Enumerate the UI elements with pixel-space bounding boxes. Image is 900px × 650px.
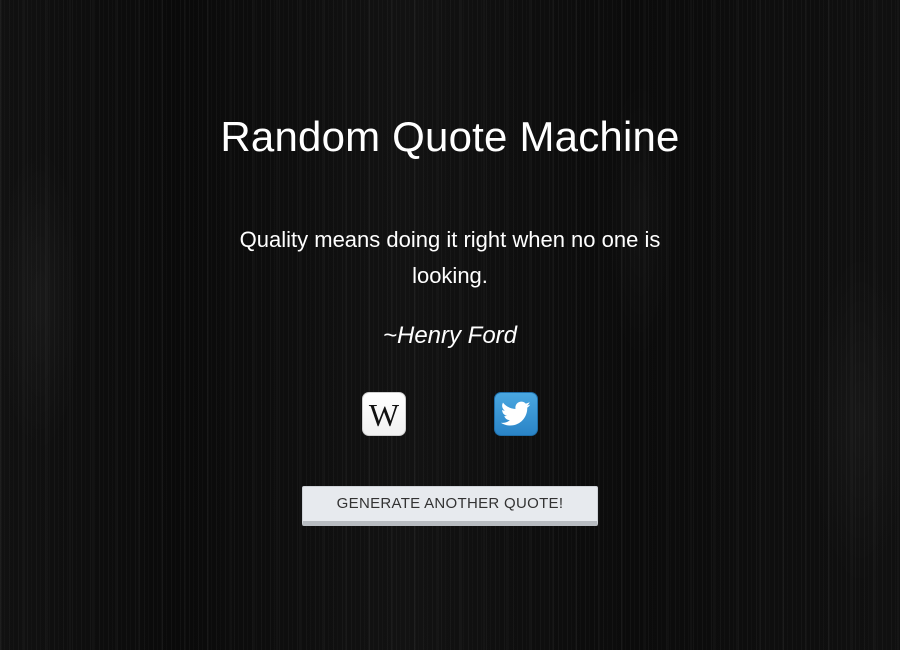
twitter-icon xyxy=(501,401,531,426)
wikipedia-icon: W xyxy=(368,397,400,433)
quote-author: ~Henry Ford xyxy=(382,322,518,349)
share-links: W xyxy=(0,392,900,438)
quote-text: Quality means doing it right when no one… xyxy=(239,227,661,288)
page-title: Random Quote Machine xyxy=(220,113,680,160)
wikipedia-link[interactable]: W xyxy=(362,392,406,436)
quote-container: Random Quote Machine Quality means doing… xyxy=(0,0,900,650)
twitter-link[interactable] xyxy=(494,392,538,436)
generate-quote-button[interactable]: GENERATE ANOTHER QUOTE! xyxy=(302,486,598,526)
